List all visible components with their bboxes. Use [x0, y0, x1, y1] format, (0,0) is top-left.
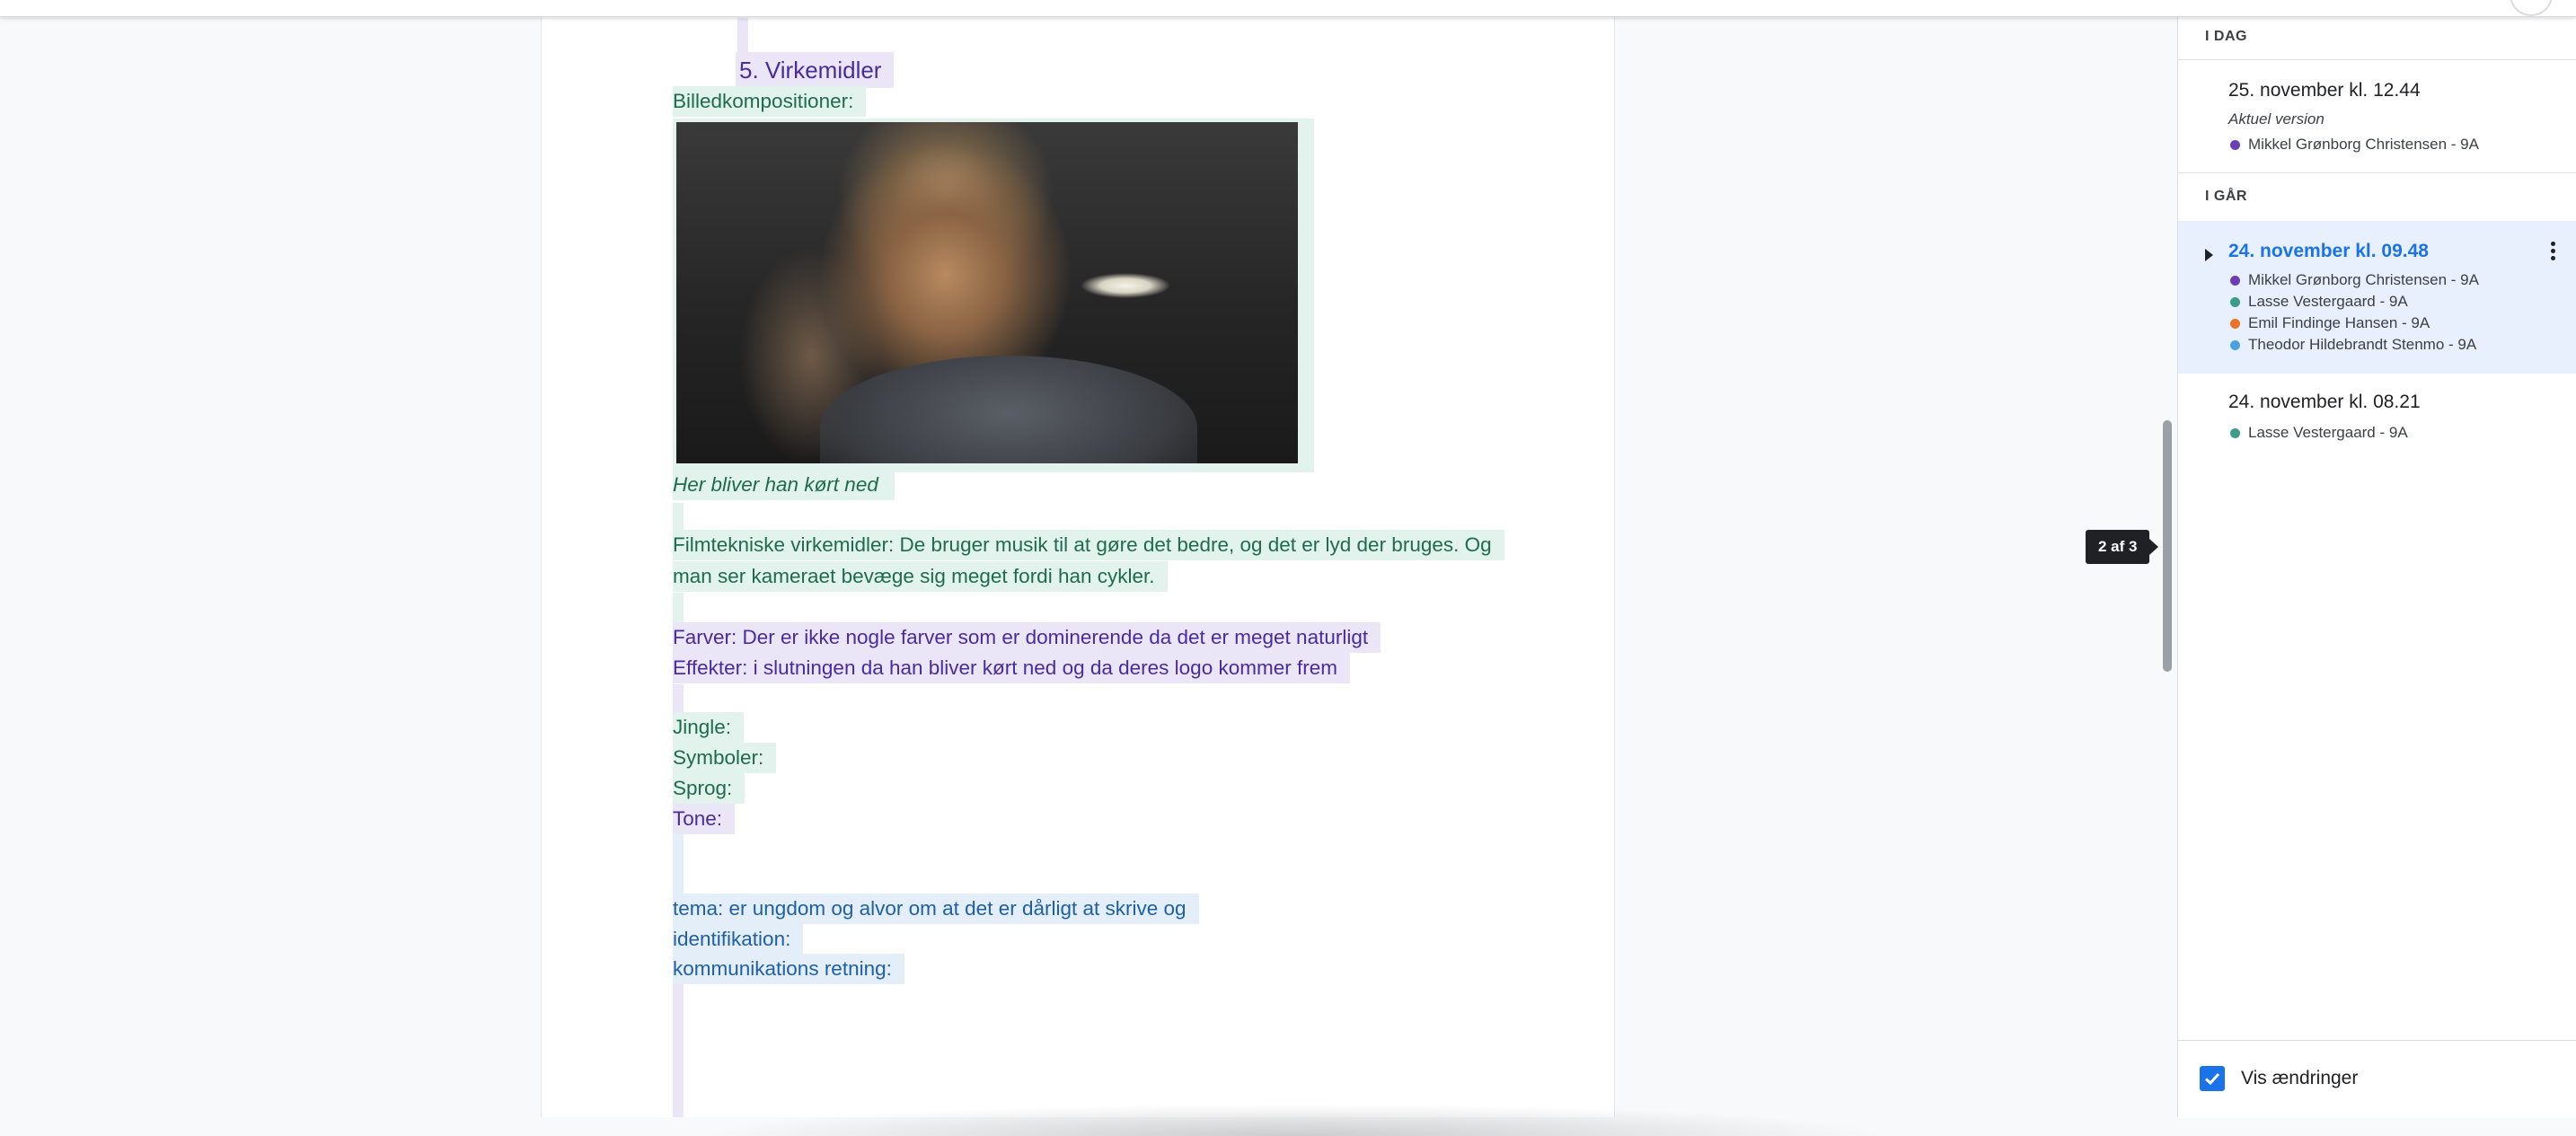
- version-history-panel: I DAG 25. november kl. 12.44 Aktuel vers…: [2177, 0, 2576, 1118]
- author-name: Lasse Vestergaard - 9A: [2248, 424, 2408, 441]
- version-author: Mikkel Grønborg Christensen - 9A: [2230, 269, 2479, 291]
- version-author: Lasse Vestergaard - 9A: [2230, 422, 2408, 444]
- doc-line-identifikation: identifikation:: [673, 924, 804, 955]
- version-timestamp: 24. november kl. 08.21: [2228, 392, 2421, 412]
- change-bar: [737, 18, 748, 54]
- page-counter-tooltip: 2 af 3: [2086, 530, 2160, 564]
- current-version-label: Aktuel version: [2228, 110, 2325, 128]
- top-toolbar-edge: [0, 0, 2576, 17]
- divider: [2178, 172, 2576, 173]
- version-entry[interactable]: 24. november kl. 08.21 Lasse Vestergaard…: [2178, 374, 2576, 454]
- section-heading: 5. Virkemidler: [736, 52, 895, 88]
- doc-line-billedkompositioner: Billedkompositioner:: [673, 86, 867, 117]
- video-still-image[interactable]: [676, 122, 1298, 463]
- doc-line-tone: Tone:: [673, 804, 736, 834]
- doc-line-effekter: Effekter: i slutningen da han bliver kør…: [673, 653, 1350, 683]
- author-color-dot: [2230, 139, 2240, 150]
- doc-line-filmtekniske-1: Filmtekniske virkemidler: De bruger musi…: [673, 530, 1504, 560]
- image-caption: Her bliver han kørt ned: [673, 470, 895, 500]
- scrollbar-thumb[interactable]: [2163, 420, 2172, 672]
- version-author: Theodor Hildebrandt Stenmo - 9A: [2230, 334, 2476, 356]
- show-changes-label[interactable]: Vis ændringer: [2241, 1068, 2358, 1089]
- version-timestamp: 25. november kl. 12.44: [2228, 80, 2421, 101]
- doc-line-kommunikation: kommunikations retning:: [673, 954, 904, 984]
- author-color-dot: [2230, 427, 2240, 438]
- section-label-yesterday: I GÅR: [2205, 189, 2247, 204]
- image-insertion-highlight: [673, 119, 1314, 472]
- show-changes-checkbox[interactable]: [2200, 1066, 2225, 1091]
- panel-footer: Vis ændringer: [2178, 1040, 2576, 1118]
- change-bar: [673, 684, 684, 713]
- author-color-dot: [2230, 318, 2240, 329]
- doc-line-sprog: Sprog:: [673, 773, 745, 804]
- change-bar: [673, 984, 684, 1117]
- version-author: Mikkel Grønborg Christensen - 9A: [2230, 134, 2479, 155]
- doc-line-tema: tema: er ungdom og alvor om at det er då…: [673, 894, 1199, 924]
- checkmark-icon: [2204, 1072, 2220, 1086]
- version-timestamp: 24. november kl. 09.48: [2228, 241, 2429, 261]
- document-page: 5. Virkemidler Billedkompositioner: Her …: [541, 0, 1615, 1117]
- author-name: Theodor Hildebrandt Stenmo - 9A: [2248, 336, 2477, 353]
- author-name: Emil Findinge Hansen - 9A: [2248, 314, 2430, 331]
- section-label-today: I DAG: [2205, 29, 2247, 44]
- expand-arrow-icon[interactable]: [2205, 249, 2213, 261]
- doc-line-symboler: Symboler:: [673, 743, 777, 773]
- change-bar: [673, 834, 684, 894]
- author-name: Lasse Vestergaard - 9A: [2248, 293, 2408, 310]
- document-body[interactable]: 5. Virkemidler Billedkompositioner: Her …: [542, 0, 1614, 1117]
- author-color-dot: [2230, 275, 2240, 286]
- author-name: Mikkel Grønborg Christensen - 9A: [2248, 271, 2479, 288]
- author-color-dot: [2230, 296, 2240, 307]
- version-entry-current[interactable]: 25. november kl. 12.44 Aktuel version Mi…: [2178, 60, 2576, 172]
- doc-line-farver: Farver: Der er ikke nogle farver som er …: [673, 622, 1381, 653]
- version-author: Lasse Vestergaard - 9A: [2230, 291, 2408, 313]
- doc-line-jingle: Jingle:: [673, 712, 745, 743]
- doc-line-filmtekniske-2: man ser kameraet bevæge sig meget fordi …: [673, 561, 1168, 592]
- author-name: Mikkel Grønborg Christensen - 9A: [2248, 136, 2479, 153]
- version-entry-selected[interactable]: 24. november kl. 09.48 Mikkel Grønborg C…: [2178, 221, 2576, 374]
- more-options-icon[interactable]: [2548, 239, 2557, 266]
- version-author: Emil Findinge Hansen - 9A: [2230, 313, 2430, 334]
- author-color-dot: [2230, 339, 2240, 350]
- image-figure-shape: [820, 356, 1197, 463]
- bottom-shadow: [701, 1082, 1886, 1136]
